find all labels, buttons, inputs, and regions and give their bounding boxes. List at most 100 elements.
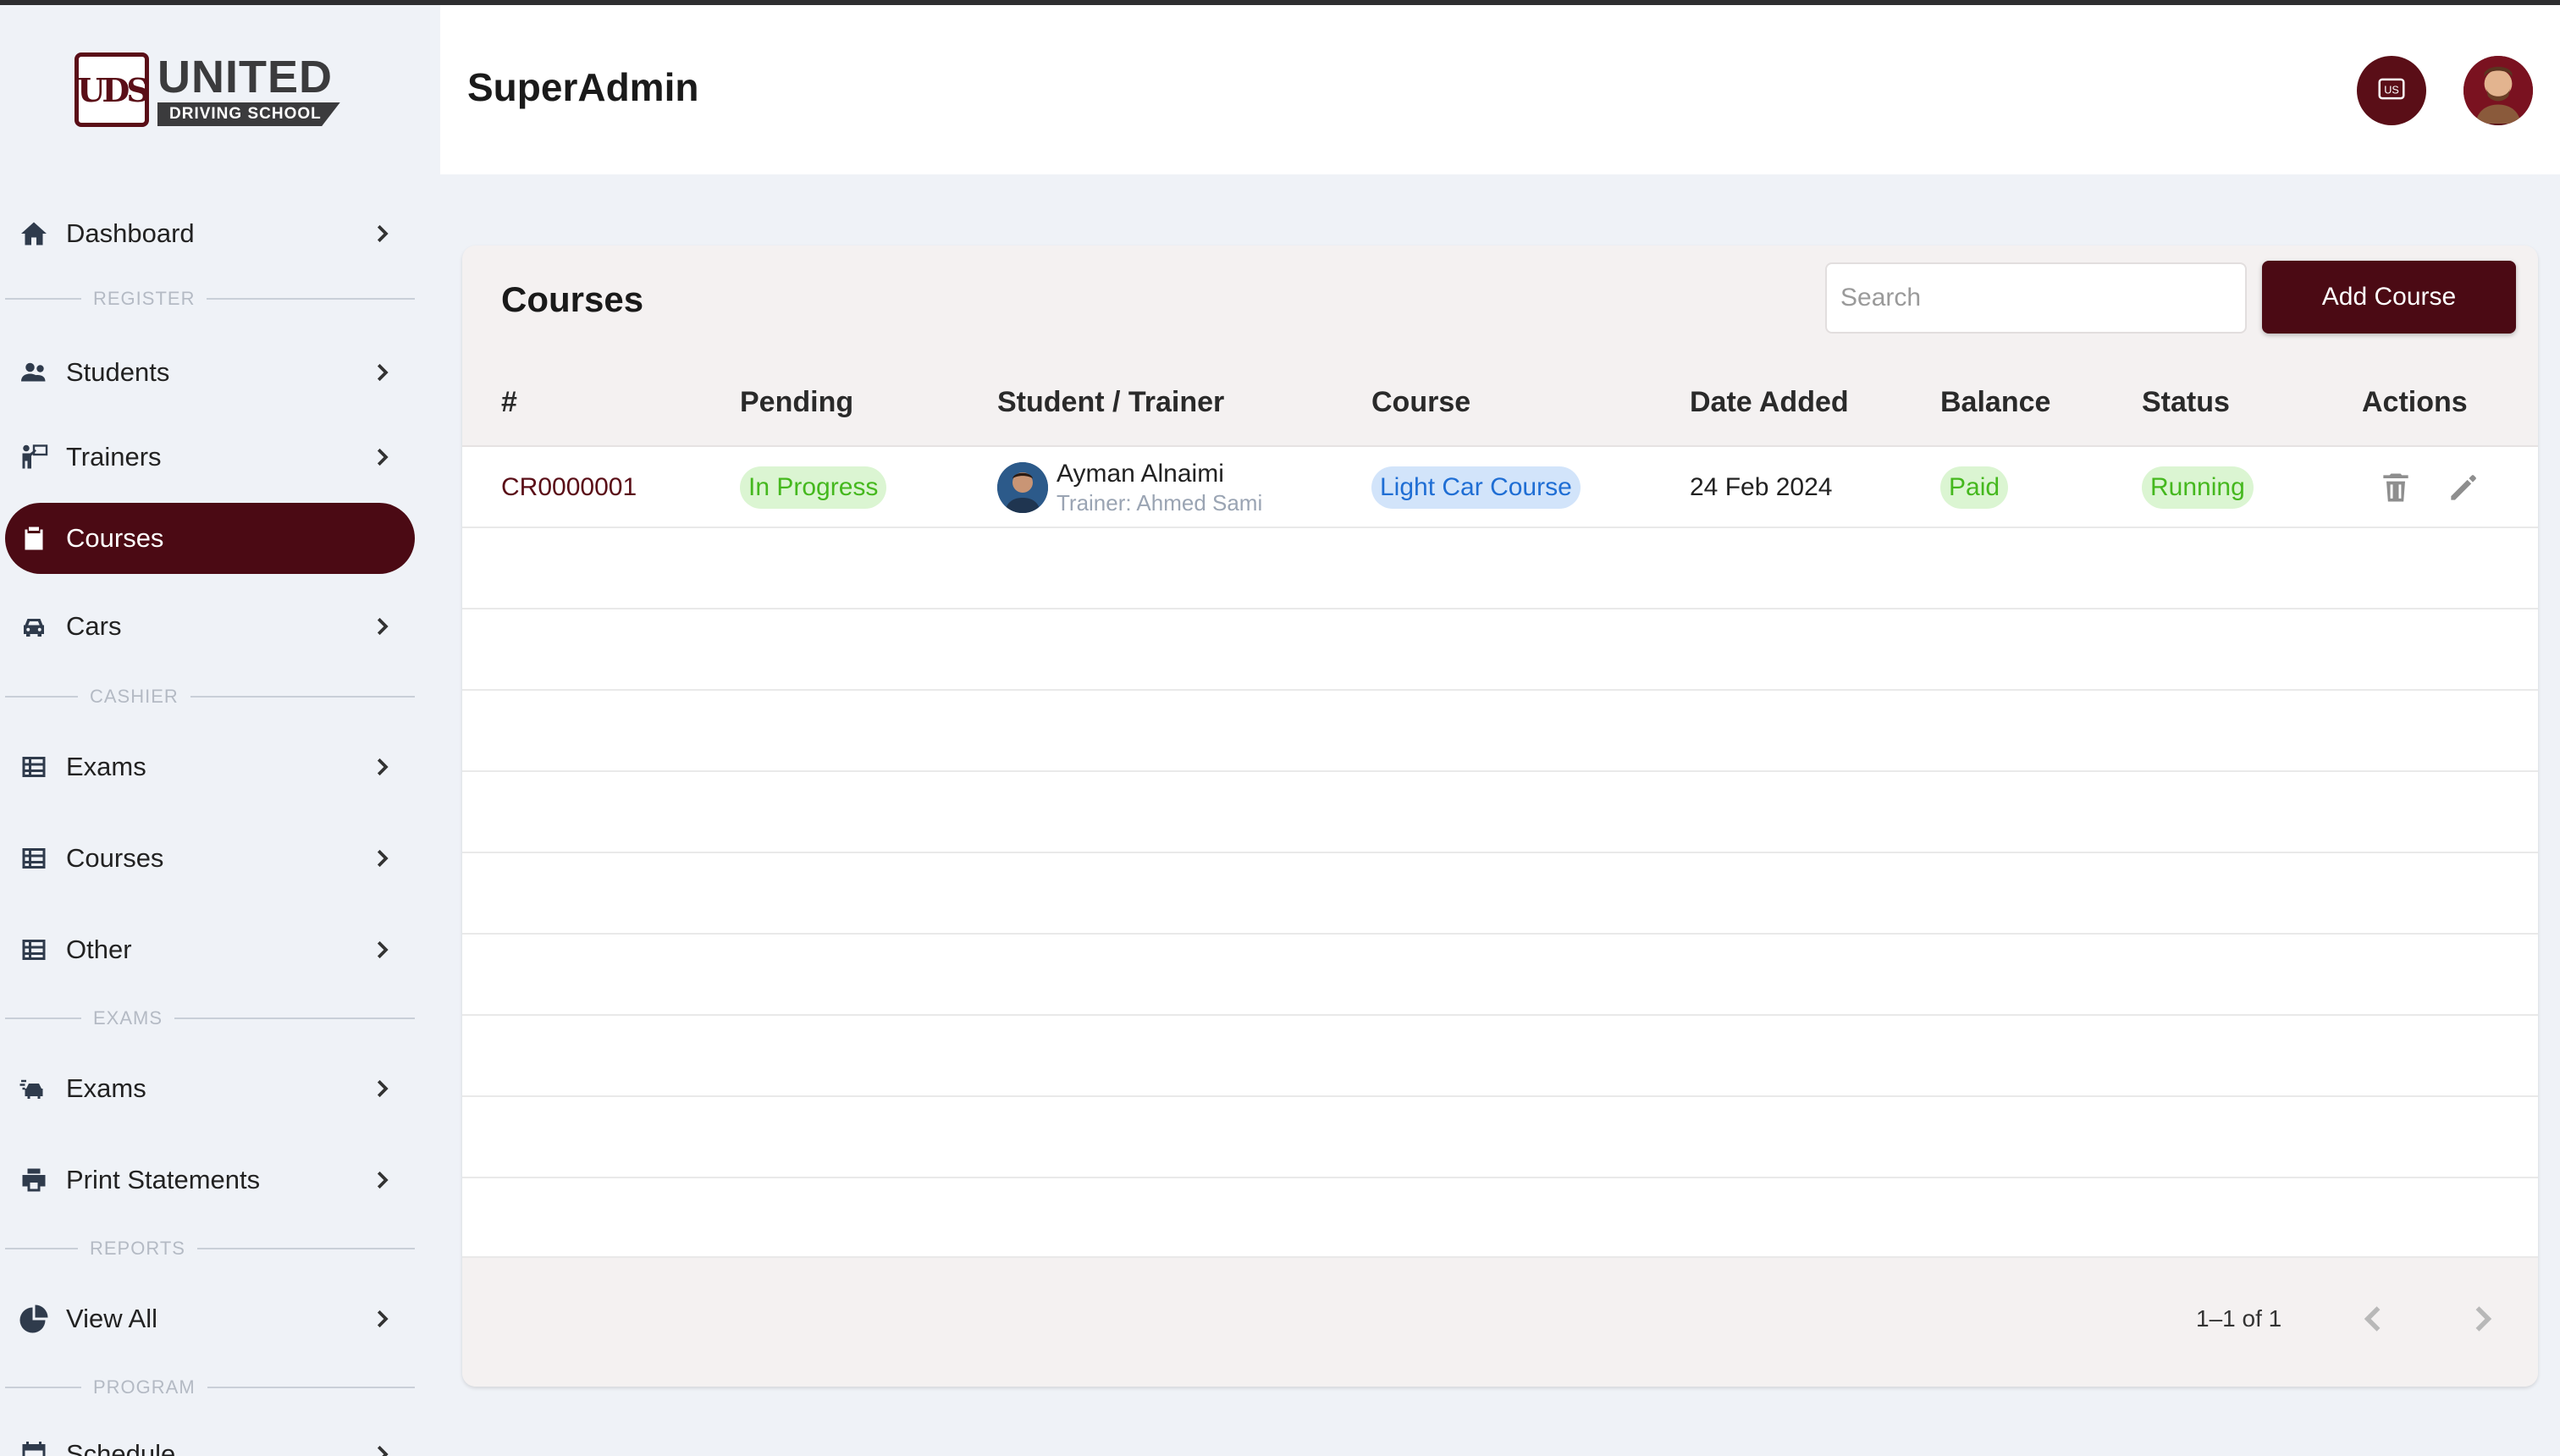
trainer-name: Trainer: Ahmed Sami <box>1057 490 1263 516</box>
column-header-student-trainer[interactable]: Student / Trainer <box>997 386 1224 419</box>
language-flag-icon: US <box>2375 73 2408 109</box>
search-input[interactable] <box>1825 262 2247 334</box>
previous-page-button[interactable] <box>2355 1300 2392 1337</box>
column-header-date-added[interactable]: Date Added <box>1690 386 1849 419</box>
sidebar: UDS UNITED DRIVING SCHOOL Dashboard REGI… <box>0 5 440 1456</box>
delete-icon[interactable] <box>2377 469 2414 506</box>
course-code[interactable]: CR0000001 <box>501 473 637 502</box>
chevron-right-icon <box>369 937 394 962</box>
add-course-button[interactable]: Add Course <box>2262 261 2516 334</box>
table-row[interactable]: CR0000001 In Progress Ayman Alnaimi Trai… <box>462 447 2538 528</box>
sidebar-item-label: Exams <box>66 1073 146 1103</box>
sidebar-item-label: Cars <box>66 611 122 641</box>
chevron-right-icon <box>369 614 394 639</box>
chevron-right-icon <box>369 1442 394 1456</box>
table-row-empty <box>462 935 2538 1016</box>
chevron-right-icon <box>369 1167 394 1193</box>
chevron-left-icon <box>2355 1306 2392 1341</box>
chevron-right-icon <box>2463 1306 2501 1341</box>
pagination-range: 1–1 of 1 <box>2196 1305 2282 1332</box>
table-icon <box>17 841 51 875</box>
trainer-icon <box>17 440 51 474</box>
printer-icon <box>17 1163 51 1197</box>
sidebar-item-trainers[interactable]: Trainers <box>5 422 415 493</box>
table-icon <box>17 933 51 967</box>
language-button[interactable]: US <box>2357 56 2426 125</box>
edit-icon[interactable] <box>2445 469 2482 506</box>
logo-title: UNITED <box>157 52 333 102</box>
section-reports: REPORTS <box>5 1236 415 1261</box>
table-row-empty <box>462 853 2538 935</box>
sidebar-item-print-statements[interactable]: Print Statements <box>5 1144 415 1216</box>
date-added: 24 Feb 2024 <box>1690 473 1833 501</box>
user-avatar-button[interactable] <box>2463 56 2533 125</box>
user-avatar-icon <box>2463 56 2533 125</box>
sidebar-item-other[interactable]: Other <box>5 914 415 985</box>
table-row-empty <box>462 691 2538 772</box>
sidebar-item-label: Other <box>66 935 132 964</box>
car-icon <box>17 609 51 643</box>
section-cashier: CASHIER <box>5 684 415 709</box>
next-page-button[interactable] <box>2463 1300 2501 1337</box>
table-row-empty <box>462 772 2538 853</box>
sidebar-item-label: Trainers <box>66 442 162 472</box>
brand-logo[interactable]: UDS UNITED DRIVING SCHOOL <box>74 47 354 132</box>
pending-badge: In Progress <box>740 466 887 509</box>
chevron-right-icon <box>369 1306 394 1332</box>
sidebar-item-cars[interactable]: Cars <box>5 591 415 662</box>
chevron-right-icon <box>369 360 394 385</box>
chevron-right-icon <box>369 754 394 780</box>
logo-mark: UDS <box>74 52 150 127</box>
column-header-pending[interactable]: Pending <box>740 386 853 419</box>
column-header-course[interactable]: Course <box>1371 386 1470 419</box>
sidebar-item-label: Courses <box>66 523 164 553</box>
top-border <box>0 0 2560 5</box>
sidebar-item-students[interactable]: Students <box>5 337 415 408</box>
exam-car-icon <box>17 1072 51 1106</box>
column-header-balance[interactable]: Balance <box>1940 386 2050 419</box>
sidebar-item-cashier-exams[interactable]: Exams <box>5 731 415 802</box>
svg-text:US: US <box>2384 84 2399 96</box>
table-row-empty <box>462 528 2538 609</box>
table-row-empty <box>462 1097 2538 1178</box>
section-exams: EXAMS <box>5 1006 415 1031</box>
calendar-icon <box>17 1437 51 1456</box>
sidebar-item-courses[interactable]: Courses <box>5 503 415 574</box>
status-badge: Running <box>2142 466 2254 509</box>
column-header-actions: Actions <box>2362 386 2468 418</box>
table-row-empty <box>462 609 2538 691</box>
sidebar-item-schedule[interactable]: Schedule <box>5 1419 415 1456</box>
chevron-right-icon <box>369 444 394 470</box>
sidebar-item-label: Courses <box>66 843 164 873</box>
table-header: # Pending Student / Trainer Course Date … <box>462 356 2538 447</box>
sidebar-item-view-all[interactable]: View All <box>5 1283 415 1354</box>
column-header-number[interactable]: # <box>501 386 517 419</box>
clipboard-icon <box>17 521 51 555</box>
course-badge: Light Car Course <box>1371 466 1581 509</box>
sidebar-item-dashboard[interactable]: Dashboard <box>5 198 415 269</box>
section-register: REGISTER <box>5 286 415 312</box>
chevron-right-icon <box>369 221 394 246</box>
home-icon <box>17 217 51 251</box>
student-avatar <box>997 462 1048 513</box>
pie-chart-icon <box>17 1302 51 1336</box>
section-program: PROGRAM <box>5 1375 415 1400</box>
page-title: SuperAdmin <box>467 65 699 109</box>
sidebar-item-label: Students <box>66 357 170 387</box>
sidebar-item-label: Dashboard <box>66 218 195 248</box>
logo-subtitle: DRIVING SCHOOL <box>157 102 340 126</box>
table-pagination: 1–1 of 1 <box>462 1258 2538 1387</box>
top-header: SuperAdmin US <box>440 5 2560 174</box>
table-row-empty <box>462 1178 2538 1258</box>
column-header-status[interactable]: Status <box>2142 386 2230 419</box>
balance-badge: Paid <box>1940 466 2009 509</box>
sidebar-item-label: Exams <box>66 752 146 781</box>
users-icon <box>17 356 51 389</box>
student-name: Ayman Alnaimi <box>1057 460 1224 488</box>
chevron-right-icon <box>369 1076 394 1101</box>
sidebar-item-label: View All <box>66 1304 157 1333</box>
table-icon <box>17 750 51 784</box>
sidebar-item-exams[interactable]: Exams <box>5 1053 415 1124</box>
sidebar-item-cashier-courses[interactable]: Courses <box>5 823 415 894</box>
card-title: Courses <box>501 279 644 319</box>
